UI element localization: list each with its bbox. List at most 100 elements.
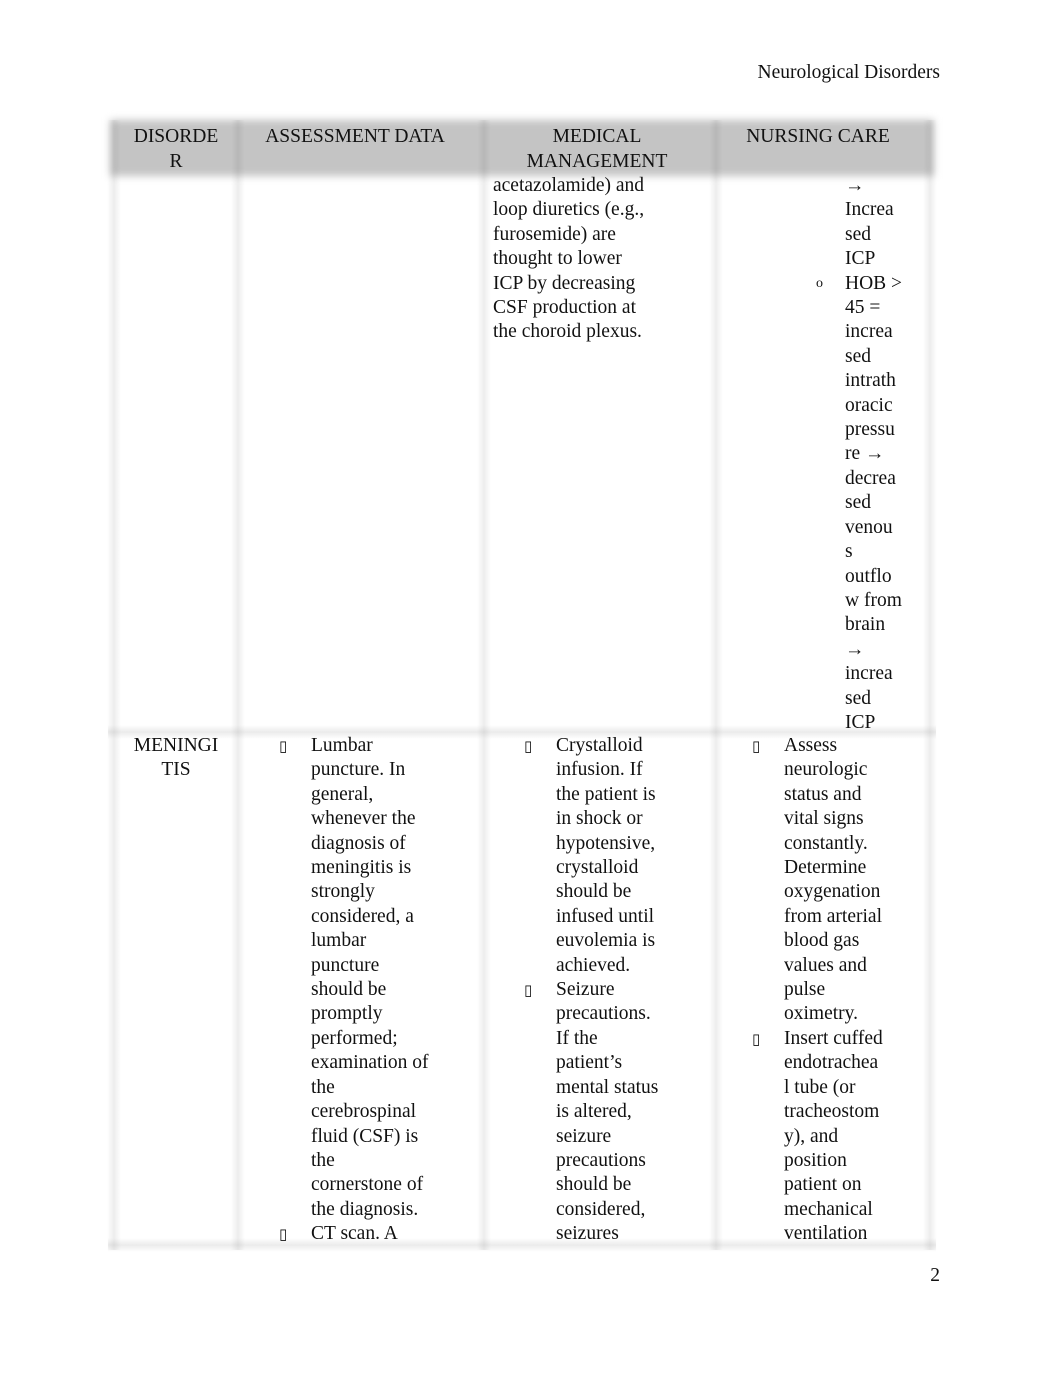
text-line: Insert cuffed [784,1027,883,1049]
header-line: R [169,150,183,172]
text-line: considered, a [311,905,414,927]
text-line: seizures [556,1223,619,1245]
text-line: patient on [784,1174,862,1196]
text-line: puncture [311,954,380,976]
nursing-care-meningitis: ▯ Assess neurologic status and vital signs co… [752,734,927,1247]
disorder-name-line: MENINGI [133,735,219,756]
table-border [231,120,245,1250]
text-line: y), and [784,1125,839,1147]
text-line: Crystalloid [556,735,643,756]
text-line: ICP [845,711,876,733]
table-border [477,120,491,1250]
text-line: sed [845,687,871,709]
text-line: the [311,1076,335,1098]
text-line: acetazolamide) and [493,175,645,196]
text-line: should be [556,1174,632,1196]
text-line: Assess [784,735,838,756]
text-line: → [845,175,865,196]
text-line: position [784,1149,847,1171]
text-line: increa [845,321,893,343]
text-line: fluid (CSF) is [311,1125,419,1147]
header-line: MEDICAL [552,126,642,147]
text-line: crystalloid [556,857,639,879]
text-line: hypotensive, [556,832,656,854]
text-line: ICP [845,248,876,270]
text-line: lumbar [311,930,367,952]
text-line: CT scan. A [311,1223,398,1245]
assessment-data-meningitis: ▯ Lumbar puncture. In general, whenever the d… [279,734,479,1247]
text-line: the patient is [556,783,656,805]
text-line: cornerstone of [311,1174,424,1196]
text-line: tracheostom [784,1101,880,1123]
text-line: euvolemia is [556,930,656,952]
text-line: cerebrospinal [311,1101,417,1123]
text-line: HOB > [845,272,903,294]
header-medical-management: MEDICAL MANAGEMENT [484,125,710,174]
text-line: whenever the [311,808,416,830]
bullet-item: ▯ Crystalloid infusion. If the patient is in… [524,734,714,978]
header-line: DISORDE [133,126,219,147]
text-line: w from [845,589,902,611]
bullet-icon: ▯ [752,737,761,755]
text-line: pressu [845,419,895,441]
bullet-item: ▯ Seizure precautions. If the patient’s menta… [524,978,714,1246]
text-line: should be [556,881,632,903]
medical-management-continued: acetazolamide) and loop diuretics (e.g., f… [493,174,703,345]
text-line: ICP by decreasing [493,272,636,294]
text-line: mechanical [784,1198,873,1220]
text-line: oxygenation [784,881,881,903]
bullet-item: ▯ CT scan. A [279,1222,479,1246]
header-nursing-care: NURSING CARE [746,126,890,147]
bullet-item: ▯ Lumbar puncture. In general, whenever the d… [279,734,479,1222]
bullet-icon: ▯ [279,737,288,755]
nursing-care-continued: → Increa sed ICP o HOB >45 = increa sed intrat… [816,174,925,736]
text-line: Determine [784,857,867,879]
text-line: intrath [845,370,896,392]
disorder-meningitis: MENINGI TIS [114,734,238,783]
text-line: increa [845,663,893,685]
header-assessment-data: ASSESSMENT DATA [265,126,445,147]
sub-bullet-icon: o [816,275,823,291]
text-line: meningitis is [311,857,412,879]
text-line: diagnosis of [311,832,406,854]
text-line: promptly [311,1003,383,1025]
text-line: CSF production at [493,297,637,319]
text-line: brain [845,614,886,636]
page-number: 2 [930,1265,940,1286]
text-line: 45 = [845,297,881,319]
text-line: Lumbar [311,735,373,756]
text-line: infusion. If [556,759,643,781]
running-header: Neurological Disorders [757,62,941,83]
text-line: blood gas [784,930,860,952]
text-line: the diagnosis. [311,1198,419,1220]
nursing-sub-bullet-item: o HOB >45 = increa sed intrath oracic pressu r… [816,272,925,736]
bullet-icon: ▯ [524,981,533,1000]
text-line: infused until [556,905,655,927]
text-line: patient’s [556,1052,623,1074]
text-line: venou [845,516,893,538]
header-line: MANAGEMENT [526,150,668,172]
text-line: from arterial [784,905,882,927]
text-line: loop diuretics (e.g., [493,199,645,221]
text-line: decrea [845,467,896,489]
text-line: in shock or [556,808,643,830]
bullet-icon: ▯ [524,737,533,755]
text-line: Increa [845,199,894,221]
text-line: seizure [556,1125,612,1147]
text-line: constantly. [784,832,868,854]
disorder-name-line: TIS [161,759,191,781]
text-line: the [311,1149,335,1171]
text-line: Seizure [556,979,615,1001]
text-line: precautions [556,1149,646,1171]
text-line: mental status [556,1076,659,1098]
text-line: performed; [311,1027,398,1049]
medical-management-meningitis: ▯ Crystalloid infusion. If the patient is in… [524,734,714,1247]
text-line: considered, [556,1198,646,1220]
text-line: thought to lower [493,248,622,270]
text-line: values and [784,954,867,976]
text-line: strongly [311,881,375,903]
text-line: oracic [845,394,893,416]
text-line: oximetry. [784,1003,859,1025]
header-disorder: DISORDE R [114,125,238,174]
text-line: re → [845,443,885,465]
